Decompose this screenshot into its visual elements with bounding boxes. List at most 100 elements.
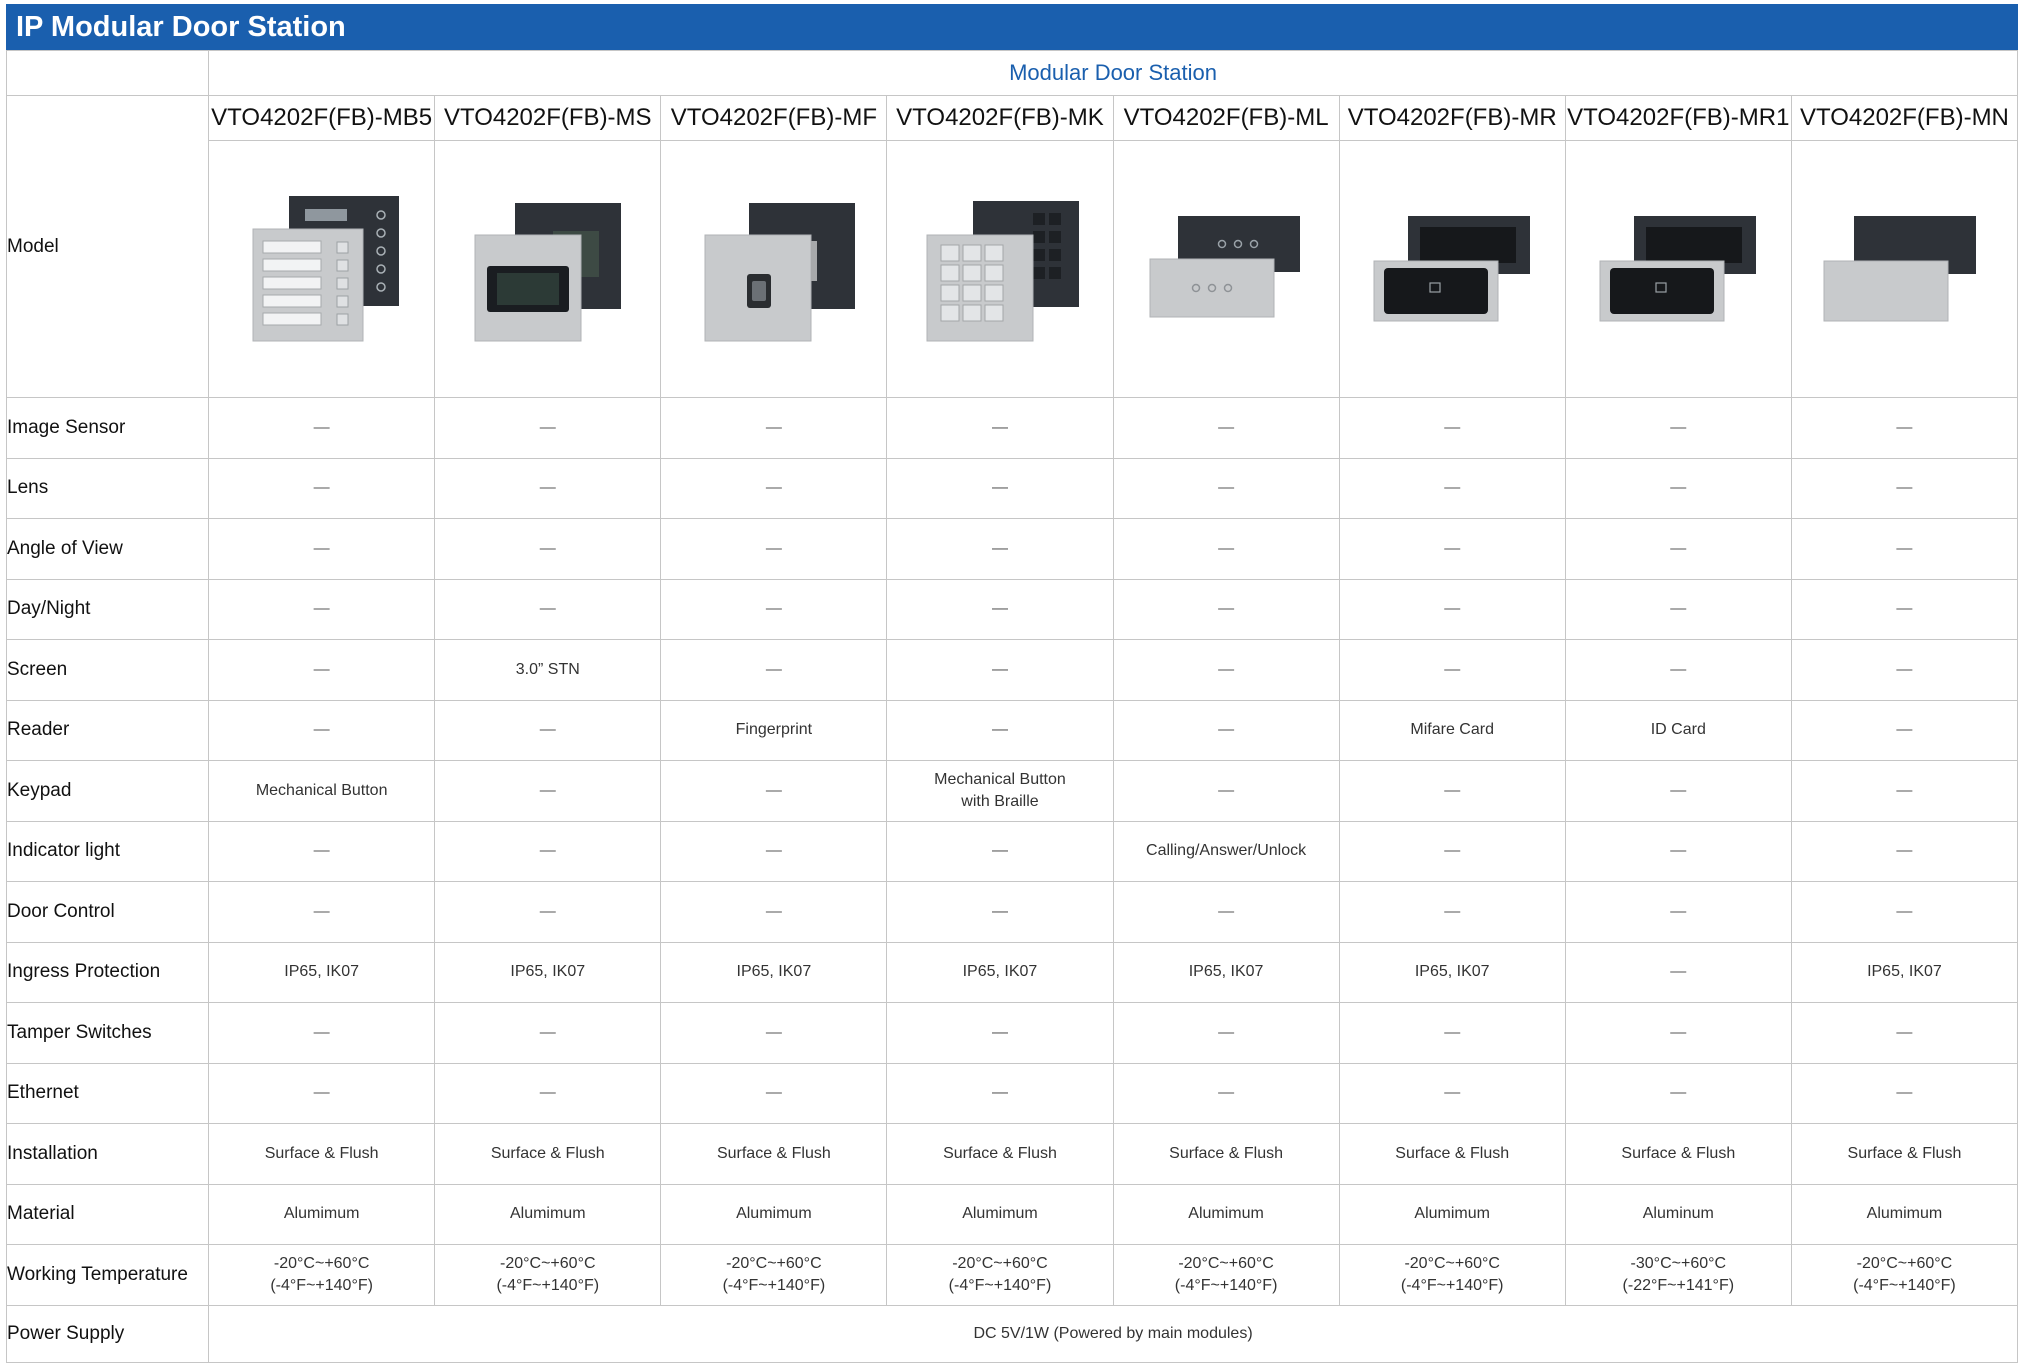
spec-value-line: -20°C~+60°C: [726, 1255, 822, 1273]
spec-value: —: [1338, 881, 1566, 943]
spec-value-text: —: [313, 1084, 330, 1102]
spec-value: —: [208, 578, 436, 640]
spec-value: —: [208, 1062, 436, 1124]
spec-value-text: —: [1444, 1023, 1461, 1041]
row-label: Reader: [5, 699, 210, 761]
spec-value-text: Surface & Flush: [1169, 1144, 1283, 1162]
spec-value-text: —: [1670, 902, 1687, 920]
spec-value-text: Surface & Flush: [716, 1144, 831, 1162]
spec-value-line: (-4°F~+140°F): [1174, 1276, 1278, 1294]
spec-table: Modular Door Station Model VTO4202F(FB)-…: [5, 50, 2019, 1363]
keypad-module-device-icon: [926, 201, 1080, 342]
group-header-row: Modular Door Station: [5, 50, 2018, 96]
spec-value-text: —: [539, 1084, 556, 1102]
spec-value-text: —: [765, 902, 782, 920]
spec-value: —: [886, 699, 1114, 761]
spec-value-text: —: [765, 781, 782, 799]
spec-value: Alumimum: [1790, 1183, 2019, 1245]
row-label: Door Control: [5, 881, 210, 943]
row-label: Image Sensor: [5, 397, 210, 459]
spec-value-text: Surface & Flush: [1847, 1144, 1962, 1162]
spec-value: —: [660, 1062, 888, 1124]
spec-value-text: IP65, IK07: [1188, 963, 1264, 981]
spec-value-text: IP65, IK07: [736, 963, 812, 981]
id-card-reader-module-device-icon: [1599, 216, 1756, 322]
spec-value-text: —: [765, 479, 782, 497]
spec-value-line: (-4°F~+140°F): [1853, 1276, 1956, 1294]
spec-value-text: —: [1670, 479, 1687, 497]
button-module-device-icon: [252, 196, 400, 342]
spec-value-text: Calling/Answer/Unlock: [1146, 842, 1307, 860]
spec-value: -20°C~+60°C (-4°F~+140°F): [1338, 1244, 1566, 1306]
spec-value-text: —: [1896, 902, 1913, 920]
spec-row: Door Control — — — — — — — —: [5, 881, 2019, 943]
model-image-cell: [1338, 140, 1566, 398]
spec-value-text: Alumimum: [509, 1205, 586, 1223]
row-label: Keypad: [5, 760, 210, 822]
spec-value: —: [434, 1002, 662, 1064]
spec-row: Image Sensor — — — — — — — —: [5, 397, 2019, 459]
spec-value-text: IP65, IK07: [284, 963, 359, 981]
spec-value-text: —: [1444, 1084, 1461, 1102]
spec-value: —: [1112, 1062, 1340, 1124]
spec-value: —: [1564, 820, 1792, 882]
spec-value: —: [1112, 578, 1340, 640]
spec-value-text: —: [991, 1084, 1008, 1102]
spec-value-text: —: [1218, 781, 1235, 799]
spec-value: —: [1112, 397, 1340, 459]
spec-value: —: [1112, 639, 1340, 701]
spec-value: Surface & Flush: [208, 1123, 436, 1185]
spec-value-text: —: [765, 600, 782, 618]
spec-value: —: [1112, 457, 1340, 519]
model-name-row: Model VTO4202F(FB)-MB5 VTO4202F(FB)-MS V…: [5, 95, 2019, 398]
spec-value: —: [434, 518, 662, 580]
spec-value: Fingerprint: [660, 699, 888, 761]
spec-value-text: —: [1444, 418, 1461, 436]
spec-value: —: [660, 820, 888, 882]
spec-value-text: —: [991, 418, 1008, 436]
spec-value: —: [1790, 639, 2019, 701]
spec-value: —: [1112, 1002, 1340, 1064]
spec-value-text: —: [1444, 842, 1461, 860]
spec-value: —: [434, 820, 662, 882]
spec-value-text: —: [765, 418, 782, 436]
spec-value: Surface & Flush: [1564, 1123, 1792, 1185]
card-reader-module-device-icon: [1373, 216, 1530, 322]
row-label: Indicator light: [5, 820, 210, 882]
spec-value-text: Alumimum: [962, 1205, 1038, 1223]
spec-value-text: —: [1218, 418, 1235, 436]
spec-row: Material Alumimum Alumimum Alumimum Alumimum…: [5, 1183, 2019, 1245]
screen-module-device-icon: [474, 203, 622, 342]
spec-value: —: [1790, 820, 2019, 882]
spec-value-line: (-22°F~+141°F): [1622, 1276, 1735, 1294]
spec-row: Keypad Mechanical Button — — Mechanical Butt…: [5, 760, 2019, 822]
spec-value: —: [1564, 881, 1792, 943]
spec-value: —: [1112, 518, 1340, 580]
spec-value-text: Alumimum: [1866, 1205, 1943, 1223]
spec-value: —: [886, 457, 1114, 519]
row-label: Power Supply: [5, 1304, 210, 1363]
spec-value: -20°C~+60°C (-4°F~+140°F): [208, 1244, 436, 1306]
spec-value: —: [660, 578, 888, 640]
spec-value-text: —: [1218, 600, 1235, 618]
spec-value-text: —: [313, 600, 330, 618]
spec-row: Tamper Switches — — — — — — — —: [5, 1002, 2019, 1064]
spec-value-text: —: [765, 842, 782, 860]
spec-value-text: —: [1670, 600, 1687, 618]
spec-value: —: [1564, 1062, 1792, 1124]
spec-value-text: —: [765, 660, 782, 678]
spec-value: —: [1112, 760, 1340, 822]
spec-value: IP65, IK07: [1790, 941, 2019, 1003]
spec-value-text: —: [991, 721, 1008, 739]
spec-value-text: Surface & Flush: [264, 1144, 379, 1162]
spec-value: —: [1790, 397, 2019, 459]
spec-value: —: [208, 699, 436, 761]
spec-value-line: -20°C~+60°C: [952, 1255, 1048, 1273]
spec-value-text: IP65, IK07: [962, 963, 1038, 981]
spec-row: Lens — — — — — — — —: [5, 457, 2019, 519]
spec-value: —: [1790, 578, 2019, 640]
spec-value-text: —: [1896, 600, 1913, 618]
spec-value: —: [660, 457, 888, 519]
spec-value-text: —: [539, 1023, 556, 1041]
spec-value: —: [1790, 760, 2019, 822]
